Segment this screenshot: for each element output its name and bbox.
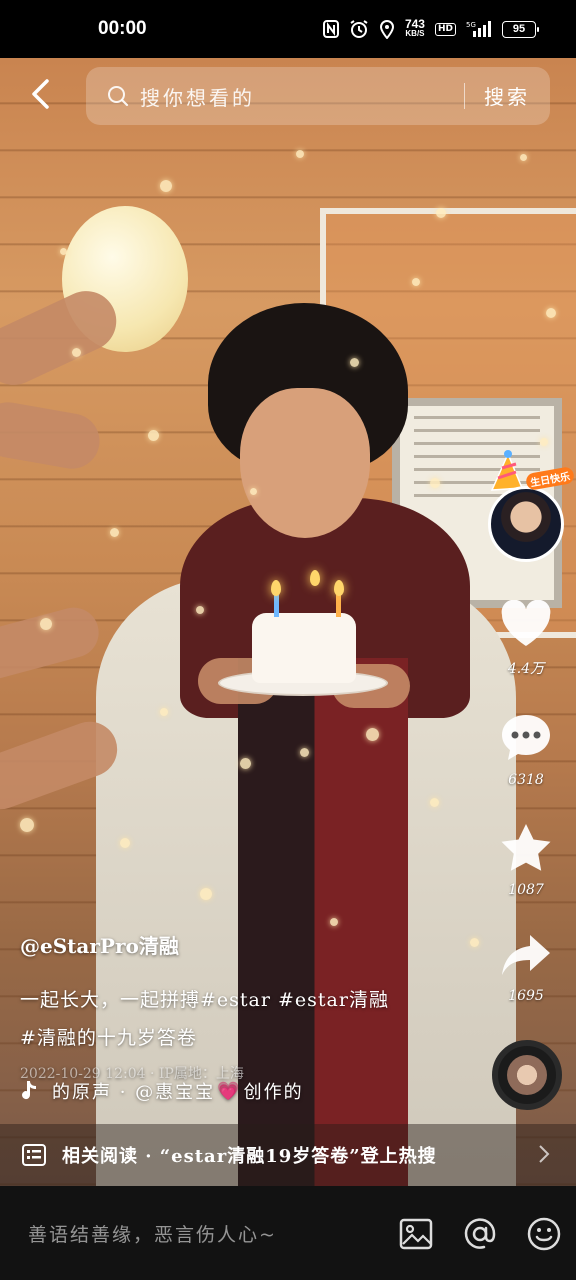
svg-text:5G: 5G [466, 21, 476, 29]
person-scarf-front [238, 658, 408, 1186]
candle [274, 595, 279, 617]
image-icon[interactable] [398, 1216, 434, 1252]
chevron-right-icon [538, 1144, 550, 1168]
birthday-cake [252, 613, 356, 683]
like-count: 4.4万 [507, 661, 545, 677]
battery-indicator: 95 [502, 20, 539, 38]
emoji-icon[interactable] [526, 1216, 562, 1252]
comment-count: 6318 [508, 772, 544, 788]
related-reading-bar[interactable]: 相关阅读 · “estar清融19岁答卷”登上热搜 [0, 1124, 576, 1186]
hd-badge: HD [434, 22, 456, 36]
status-time: 00:00 [98, 18, 147, 39]
author-name[interactable]: @eStarPro清融 [20, 930, 460, 959]
creator-avatar-button[interactable] [488, 486, 564, 562]
alarm-icon [349, 19, 369, 39]
signal-icon: 5G [466, 20, 492, 38]
search-divider [464, 83, 465, 109]
candle-flame [334, 580, 344, 596]
status-icons: 743 KB/S HD 5G 95 [322, 17, 539, 39]
music-suffix: 创作的 [243, 1082, 304, 1103]
search-icon [106, 84, 130, 108]
music-cover [507, 1055, 547, 1095]
search-button[interactable]: 搜索 [484, 81, 530, 110]
document-icon [22, 1142, 48, 1168]
candle [336, 595, 341, 617]
music-info[interactable]: 的原声 · @惠宝宝 💗 创作的 [20, 1078, 304, 1104]
chevron-left-icon [29, 78, 51, 114]
avatar [488, 486, 564, 562]
heart-icon [499, 599, 553, 652]
network-speed: 743 KB/S [404, 17, 425, 39]
net-speed-unit: KB/S [405, 29, 425, 38]
heart-emoji: 💗 [217, 1080, 242, 1102]
share-count: 1695 [508, 988, 544, 1004]
person-face [240, 388, 370, 538]
music-disc-button[interactable] [492, 1040, 562, 1110]
back-button[interactable] [20, 76, 60, 116]
music-note-icon [20, 1079, 40, 1103]
location-icon [379, 19, 395, 39]
comment-button[interactable]: 6318 [476, 712, 576, 788]
favorite-count: 1087 [508, 882, 544, 898]
search-input[interactable]: 搜你想看的 搜索 [86, 67, 550, 125]
share-arrow-icon [500, 932, 552, 982]
top-search-bar: 搜你想看的 搜索 [0, 58, 576, 136]
like-button[interactable]: 4.4万 [476, 599, 576, 678]
candle-flame [271, 580, 281, 596]
at-icon[interactable] [462, 1216, 498, 1252]
description-line[interactable]: 一起长大，一起拼搏#estar #estar清融 [20, 981, 460, 1019]
candle-flame [310, 570, 320, 586]
comment-input[interactable]: 善语结善缘，恶言伤人心~ [28, 1220, 277, 1247]
video-description: 一起长大，一起拼搏#estar #estar清融 #清融的十九岁答卷 [20, 981, 460, 1057]
related-reading-text: 相关阅读 · “estar清融19岁答卷”登上热搜 [62, 1146, 437, 1167]
comment-bubble-icon [499, 712, 553, 766]
share-button[interactable]: 1695 [476, 932, 576, 1004]
star-icon [500, 822, 552, 876]
comment-bar: 善语结善缘，恶言伤人心~ [0, 1186, 576, 1280]
nfc-icon [322, 20, 339, 38]
net-speed-value: 743 [404, 17, 425, 31]
music-prefix: 的原声 · @惠宝宝 [52, 1082, 216, 1103]
status-bar: 00:00 743 KB/S HD 5G 95 [0, 0, 576, 58]
search-placeholder: 搜你想看的 [140, 85, 255, 110]
favorite-button[interactable]: 1087 [476, 822, 576, 898]
video-caption: @eStarPro清融 一起长大，一起拼搏#estar #estar清融 #清融… [20, 930, 460, 1083]
description-line[interactable]: #清融的十九岁答卷 [20, 1019, 460, 1057]
